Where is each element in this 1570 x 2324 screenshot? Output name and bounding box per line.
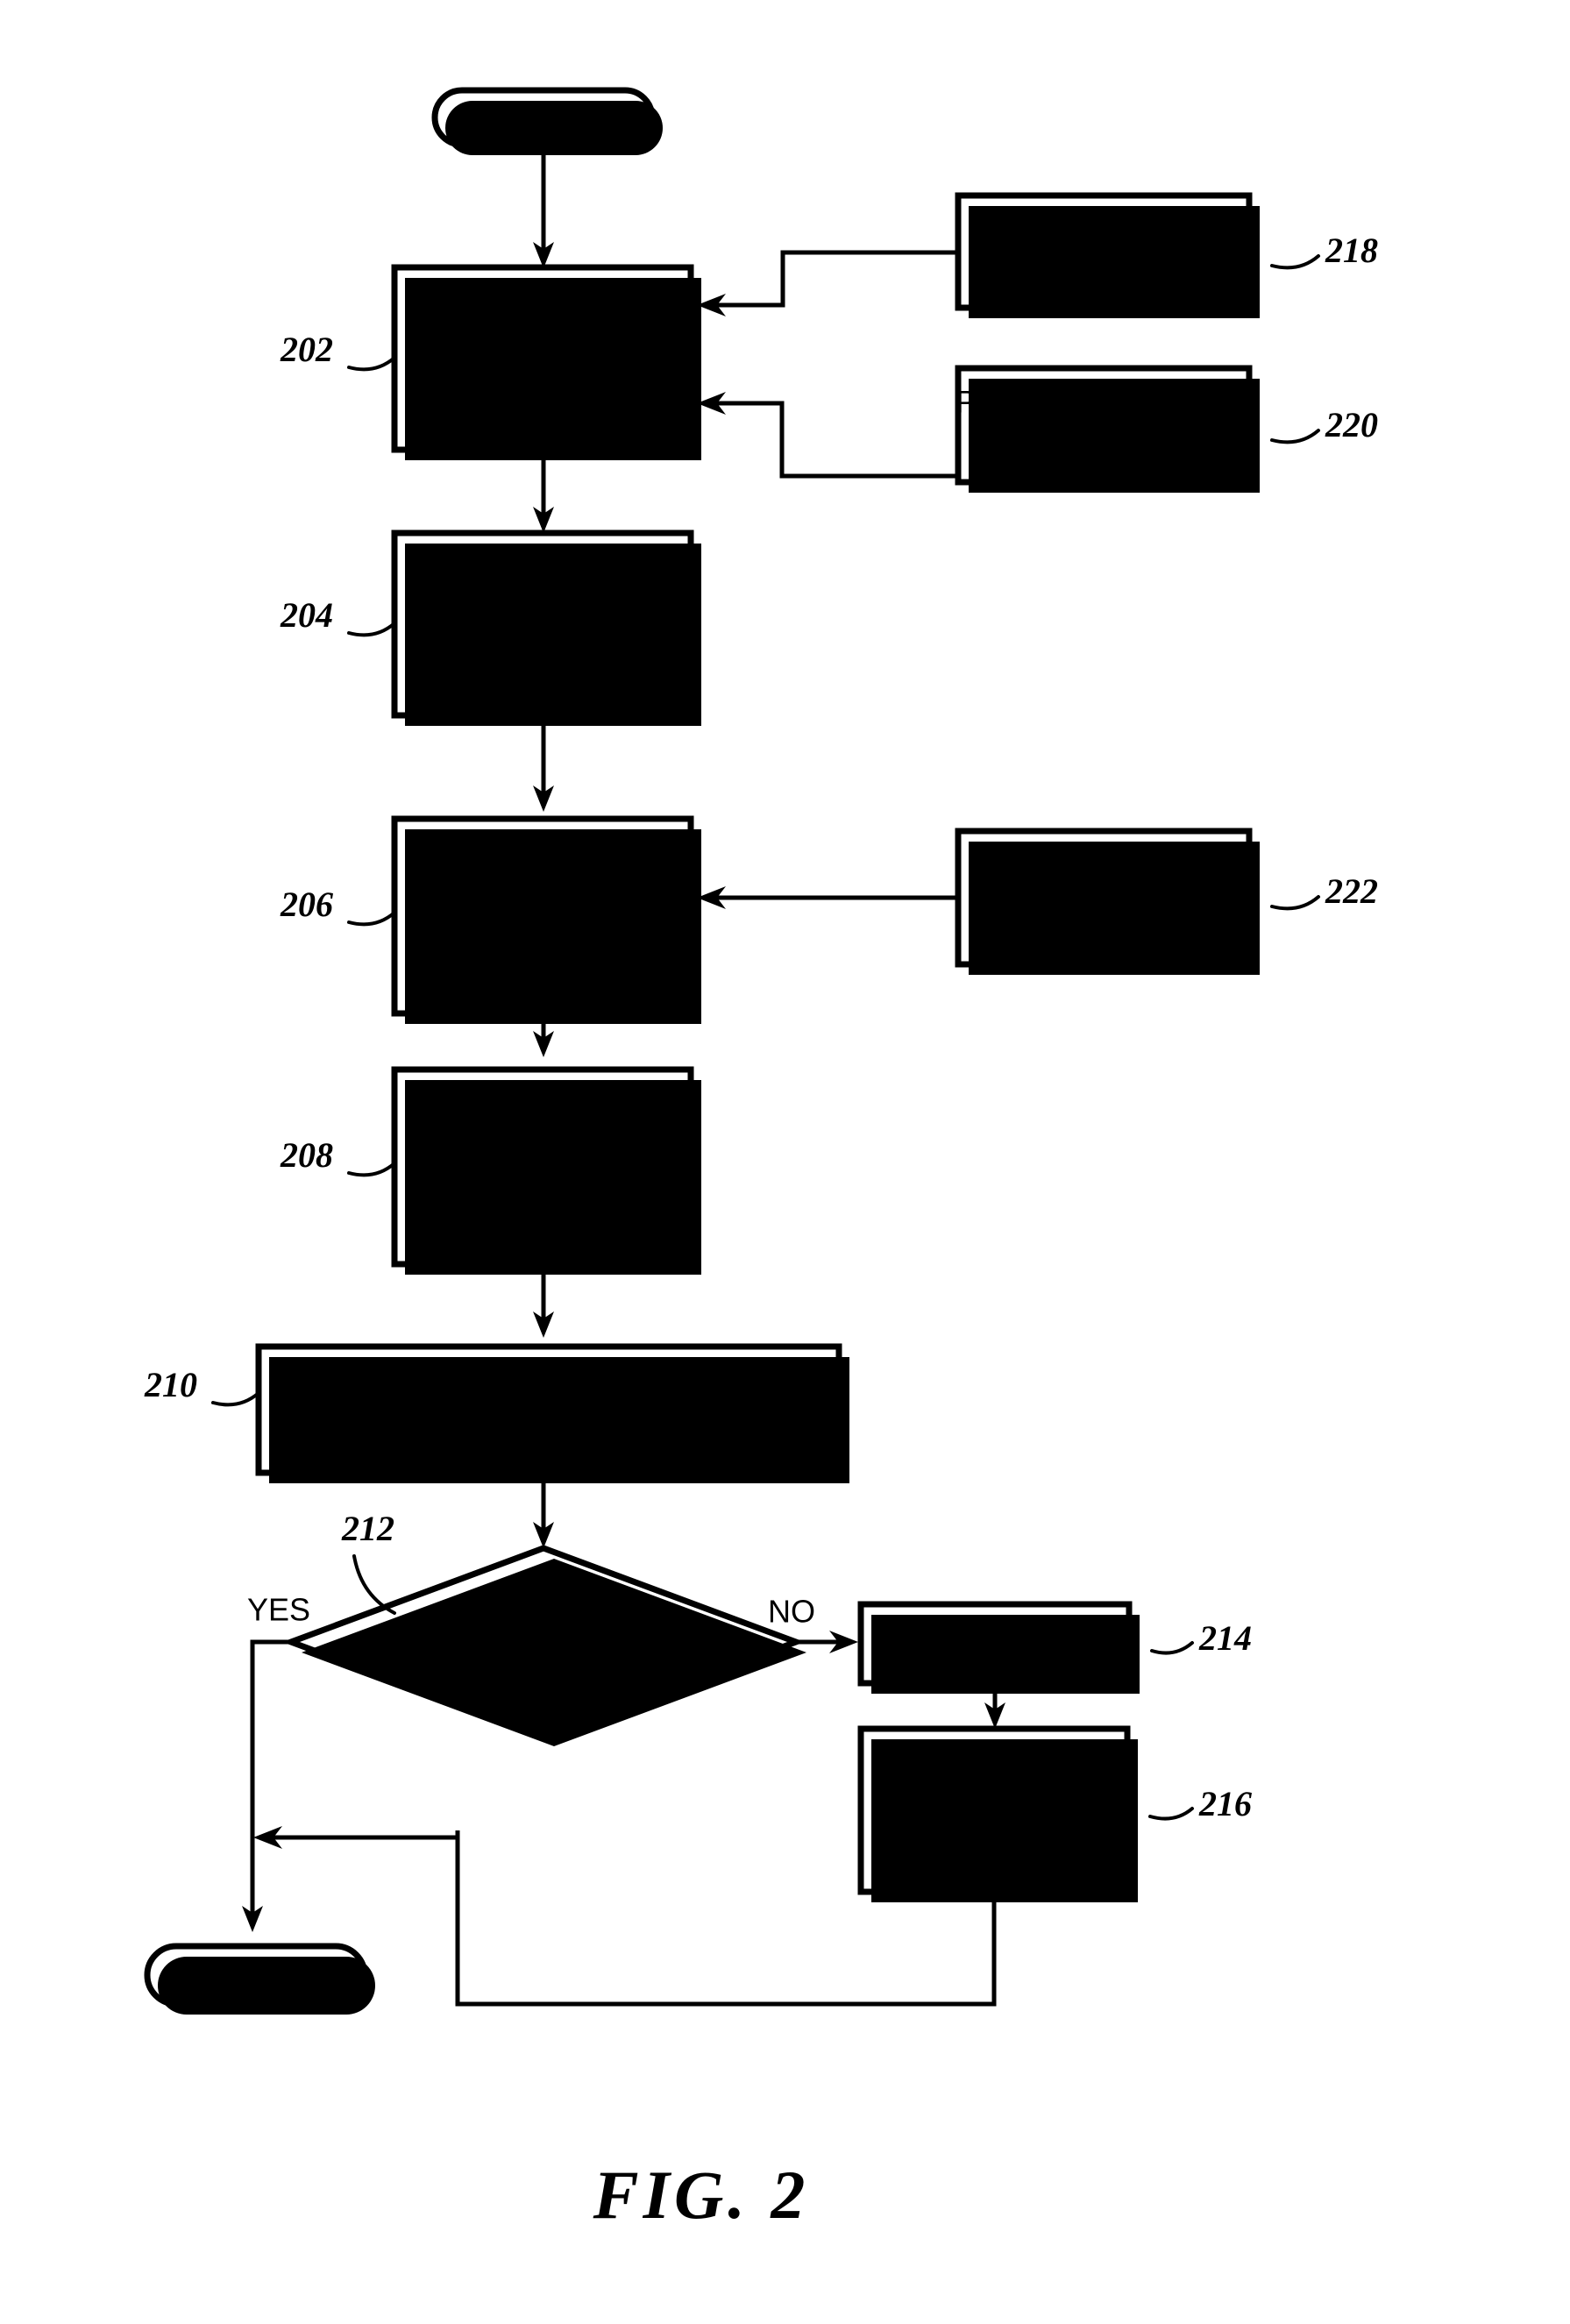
ref-212-number: 212 — [341, 1509, 394, 1548]
arrow-210-to-212 — [533, 1483, 554, 1548]
node-212-label: CORRECT USAGE? — [387, 1624, 714, 1659]
node-204-line-1: CREATE/RECEIVE — [407, 586, 678, 620]
begin-label: BEGIN — [494, 99, 592, 133]
arrow-documents-to-202 — [697, 250, 958, 316]
ref-210-number: 210 — [144, 1365, 197, 1404]
ref-206: 206 — [280, 885, 396, 927]
arrow-requirements-document-to-206 — [697, 886, 958, 909]
ref-222: 222 — [1270, 871, 1378, 911]
ref-202: 202 — [280, 330, 396, 372]
node-end: END — [144, 1943, 375, 2015]
node-222-line-1: REQUIREMENTS — [977, 854, 1230, 888]
ref-210: 210 — [144, 1365, 260, 1407]
ref-204: 204 — [280, 595, 396, 637]
patent-figure: BEGIN PROCESS MODEL INFORMATION 202 DOCU… — [0, 0, 1570, 2324]
node-204-line-2: MODEL — [487, 636, 599, 671]
ref-208: 208 — [280, 1135, 396, 1177]
ref-216: 216 — [1148, 1784, 1252, 1823]
arrow-preprogrammed-model-to-202 — [697, 392, 958, 479]
ref-202-number: 202 — [280, 330, 333, 369]
node-preprogrammed-model: PREPROGRAMMED MODEL — [955, 365, 1260, 493]
node-216-line-3: ACTION — [934, 1835, 1053, 1869]
arrow-no-to-alert-user — [796, 1631, 858, 1653]
branch-label-no: NO — [768, 1594, 815, 1630]
node-206-line-2: REQUIREMENTS — [416, 898, 669, 932]
arrow-208-to-210 — [533, 1275, 554, 1338]
ref-214-number: 214 — [1198, 1618, 1252, 1658]
node-216-line-2: REMEDIAL — [914, 1791, 1075, 1825]
arrow-202-to-204 — [533, 460, 554, 533]
node-create-receive-model: CREATE/RECEIVE MODEL — [391, 529, 701, 726]
ref-206-number: 206 — [280, 885, 333, 924]
node-receive-requirements-document: RECEIVE REQUIREMENTS DOCUMENT — [391, 815, 701, 1024]
node-208-line-2: REQUIREMENTS — [416, 1147, 669, 1181]
arrow-begin-to-202 — [533, 145, 554, 268]
node-206-line-1: RECEIVE — [473, 849, 611, 883]
node-requirements-document: REQUIREMENTS DOCUMENT — [955, 828, 1260, 975]
node-parse-requirements-document: PARSE REQUIREMENTS DOCUMENT — [391, 1066, 701, 1275]
ref-218-number: 218 — [1325, 231, 1378, 270]
node-documents: DOCUMENTS — [955, 192, 1260, 318]
ref-214: 214 — [1150, 1618, 1252, 1658]
ref-208-number: 208 — [280, 1135, 333, 1175]
node-206-line-3: DOCUMENT — [452, 947, 633, 981]
branch-label-yes: YES — [247, 1592, 310, 1628]
ref-218: 218 — [1270, 231, 1378, 270]
node-begin: BEGIN — [431, 87, 663, 155]
path-yes-to-end — [242, 1639, 291, 1932]
ref-216-number: 216 — [1198, 1784, 1252, 1823]
node-208-line-1: PARSE — [491, 1096, 595, 1130]
node-210-line-1: COMPARE RULES IN MODEL TO — [276, 1368, 822, 1403]
ref-212: 212 — [341, 1509, 396, 1615]
node-take-remedial-action: TAKE REMEDIAL ACTION — [857, 1725, 1138, 1902]
node-202-line-1: PROCESS — [466, 290, 620, 324]
ref-220-number: 220 — [1325, 405, 1378, 444]
arrow-206-to-208 — [533, 1024, 554, 1057]
node-214-label: ALERT USER — [886, 1625, 1109, 1659]
node-alert-user: ALERT USER — [857, 1601, 1140, 1694]
node-202-line-3: INFORMATION — [434, 388, 651, 423]
node-compare-rules: COMPARE RULES IN MODEL TO INSTANCES OF A… — [255, 1343, 849, 1483]
node-202-line-2: MODEL — [487, 339, 599, 373]
node-220-line-2: MODEL — [1048, 430, 1160, 465]
ref-204-number: 204 — [280, 595, 333, 635]
node-218-label: DOCUMENTS — [1003, 233, 1204, 267]
node-208-line-3: DOCUMENT — [452, 1198, 633, 1232]
node-210-line-2: INSTANCES OF ATTRIBUTE — [316, 1417, 783, 1451]
node-222-line-2: DOCUMENT — [1013, 903, 1194, 937]
end-label: END — [223, 1957, 288, 1991]
node-process-model-information: PROCESS MODEL INFORMATION — [391, 264, 701, 460]
node-correct-usage: CORRECT USAGE? — [281, 1545, 806, 1746]
node-216-line-1: TAKE — [955, 1747, 1034, 1781]
node-220-line-1: PREPROGRAMMED — [955, 385, 1251, 419]
ref-222-number: 222 — [1325, 871, 1378, 911]
figure-caption: FIG. 2 — [593, 2157, 810, 2233]
flowchart-canvas: BEGIN PROCESS MODEL INFORMATION 202 DOCU… — [144, 87, 1378, 2233]
node-204-shadow — [405, 544, 701, 726]
arrow-214-to-216 — [984, 1694, 1005, 1729]
ref-220: 220 — [1270, 405, 1378, 444]
arrow-204-to-206 — [533, 726, 554, 812]
